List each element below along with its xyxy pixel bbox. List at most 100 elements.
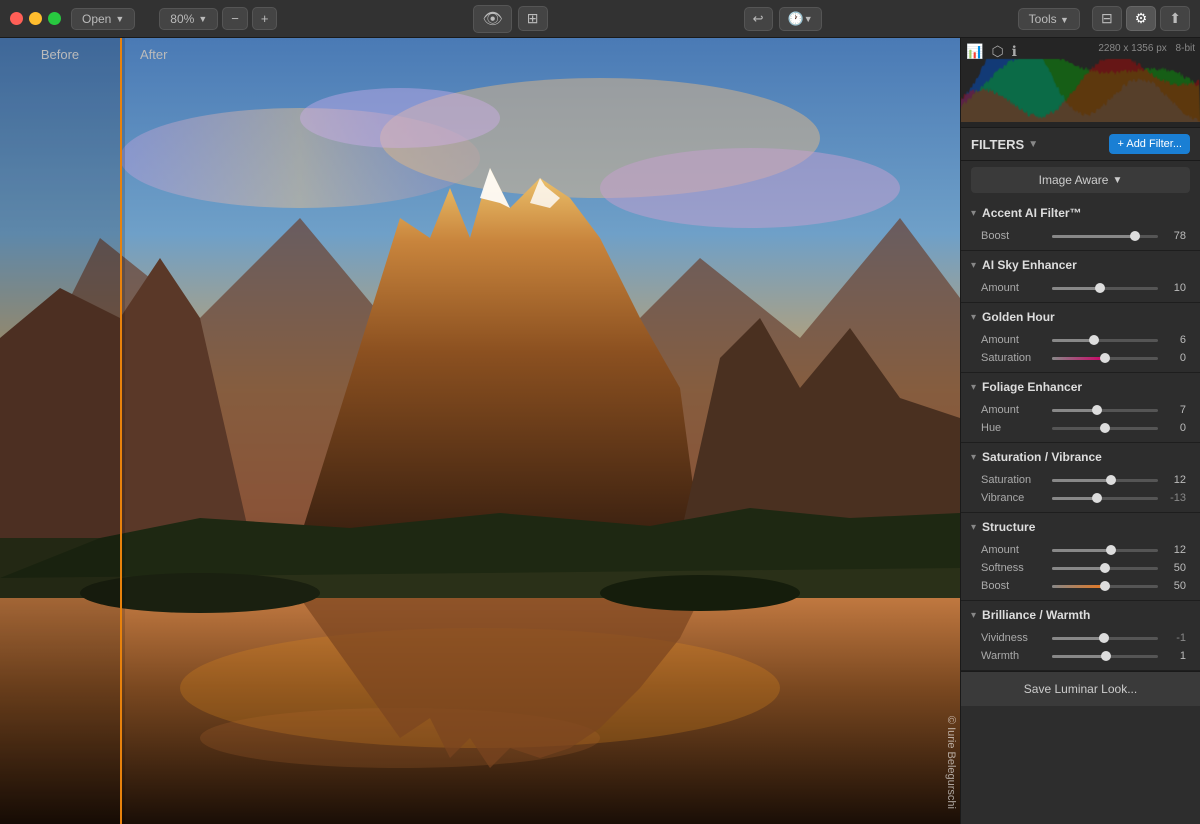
slider-track-5-1[interactable] bbox=[1052, 567, 1158, 570]
slider-row-2-0: Amount 6 bbox=[961, 331, 1200, 349]
section-chevron-1: ▾ bbox=[971, 260, 976, 271]
filter-section-3: ▾ Foliage Enhancer Amount 7 Hue0 bbox=[961, 373, 1200, 443]
image-info: 2280 x 1356 px 8-bit bbox=[1098, 43, 1195, 54]
main-area: Before After bbox=[0, 38, 1200, 824]
section-header-6[interactable]: ▾Brilliance / Warmth bbox=[961, 601, 1200, 629]
slider-row-4-0: Saturation12 bbox=[961, 471, 1200, 489]
slider-thumb-5-1[interactable] bbox=[1100, 563, 1110, 573]
slider-row-1-0: Amount 10 bbox=[961, 279, 1200, 297]
slider-label-5-2: Boost bbox=[981, 580, 1046, 592]
slider-row-3-1: Hue0 bbox=[961, 419, 1200, 437]
histogram-canvas bbox=[961, 57, 1200, 122]
slider-track-6-0[interactable] bbox=[1052, 637, 1158, 640]
slider-track-4-1[interactable] bbox=[1052, 497, 1158, 500]
slider-row-5-1: Softness 50 bbox=[961, 559, 1200, 577]
slider-value-3-0: 7 bbox=[1164, 404, 1186, 416]
section-header-4[interactable]: ▾Saturation / Vibrance bbox=[961, 443, 1200, 471]
after-label: After bbox=[120, 41, 960, 68]
photo-canvas[interactable] bbox=[0, 38, 960, 824]
undo-button[interactable]: ↩ bbox=[744, 7, 773, 31]
maximize-button[interactable] bbox=[48, 12, 61, 25]
export-button[interactable]: ⬆ bbox=[1160, 6, 1190, 31]
slider-label-5-1: Softness bbox=[981, 562, 1046, 574]
slider-label-2-1: Saturation bbox=[981, 352, 1046, 364]
slider-thumb-0-0[interactable] bbox=[1130, 231, 1140, 241]
slider-thumb-6-0[interactable] bbox=[1099, 633, 1109, 643]
slider-track-6-1[interactable] bbox=[1052, 655, 1158, 658]
traffic-lights bbox=[10, 12, 61, 25]
section-header-1[interactable]: ▾AI Sky Enhancer bbox=[961, 251, 1200, 279]
slider-thumb-5-0[interactable] bbox=[1106, 545, 1116, 555]
slider-track-0-0[interactable] bbox=[1052, 235, 1158, 238]
slider-value-5-2: 50 bbox=[1164, 580, 1186, 592]
section-header-2[interactable]: ▾Golden Hour bbox=[961, 303, 1200, 331]
history-button[interactable]: 🕐 ▼ bbox=[779, 7, 822, 31]
slider-thumb-3-1[interactable] bbox=[1100, 423, 1110, 433]
slider-value-2-0: 6 bbox=[1164, 334, 1186, 346]
zoom-out-button[interactable]: − bbox=[222, 7, 248, 30]
slider-thumb-2-0[interactable] bbox=[1089, 335, 1099, 345]
slider-label-3-0: Amount bbox=[981, 404, 1046, 416]
slider-label-0-0: Boost bbox=[981, 230, 1046, 242]
open-button[interactable]: Open ▼ bbox=[71, 8, 135, 30]
minimize-button[interactable] bbox=[29, 12, 42, 25]
section-header-0[interactable]: ▾Accent AI Filter™ bbox=[961, 199, 1200, 227]
filter-section-5: ▾StructureAmount12 Softness 50 Boost 50 bbox=[961, 513, 1200, 601]
slider-thumb-1-0[interactable] bbox=[1095, 283, 1105, 293]
slider-track-5-0[interactable] bbox=[1052, 549, 1158, 552]
filter-section-2: ▾Golden HourAmount6Saturation0 bbox=[961, 303, 1200, 373]
slider-thumb-6-1[interactable] bbox=[1101, 651, 1111, 661]
grid-icon-button[interactable]: ⊟ bbox=[1092, 6, 1122, 31]
slider-label-6-1: Warmth bbox=[981, 650, 1046, 662]
image-aware-button[interactable]: Image Aware ▼ bbox=[971, 167, 1190, 193]
add-filter-button[interactable]: + Add Filter... bbox=[1109, 134, 1190, 154]
slider-value-1-0: 10 bbox=[1164, 282, 1186, 294]
slider-thumb-4-1[interactable] bbox=[1092, 493, 1102, 503]
tools-button[interactable]: Tools ▼ bbox=[1018, 8, 1080, 30]
eye-button[interactable]: 👁 bbox=[473, 5, 511, 33]
slider-label-1-0: Amount bbox=[981, 282, 1046, 294]
slider-track-2-0[interactable] bbox=[1052, 339, 1158, 342]
slider-label-4-0: Saturation bbox=[981, 474, 1046, 486]
slider-thumb-3-0[interactable] bbox=[1092, 405, 1102, 415]
filter-section-1: ▾AI Sky Enhancer Amount 10 bbox=[961, 251, 1200, 303]
filter-section-4: ▾Saturation / VibranceSaturation12Vibran… bbox=[961, 443, 1200, 513]
slider-row-3-0: Amount 7 bbox=[961, 401, 1200, 419]
save-luminar-look-button[interactable]: Save Luminar Look... bbox=[961, 671, 1200, 706]
slider-track-1-0[interactable] bbox=[1052, 287, 1158, 290]
split-divider[interactable] bbox=[120, 38, 122, 824]
slider-thumb-4-0[interactable] bbox=[1106, 475, 1116, 485]
slider-track-5-2[interactable] bbox=[1052, 585, 1158, 588]
section-title-6: Brilliance / Warmth bbox=[982, 608, 1090, 622]
slider-track-4-0[interactable] bbox=[1052, 479, 1158, 482]
slider-row-6-0: Vividness-1 bbox=[961, 629, 1200, 647]
slider-value-6-1: 1 bbox=[1164, 650, 1186, 662]
slider-row-0-0: Boost78 bbox=[961, 227, 1200, 245]
slider-track-2-1[interactable] bbox=[1052, 357, 1158, 360]
before-after-labels: Before After bbox=[0, 38, 960, 70]
section-title-3: Foliage Enhancer bbox=[982, 380, 1082, 394]
histogram: 📊 ⬡ ℹ 2280 x 1356 px 8-bit bbox=[961, 38, 1200, 128]
slider-track-3-0[interactable] bbox=[1052, 409, 1158, 412]
slider-value-5-1: 50 bbox=[1164, 562, 1186, 574]
zoom-button[interactable]: 80% ▼ bbox=[159, 8, 218, 30]
section-chevron-5: ▾ bbox=[971, 522, 976, 533]
slider-value-5-0: 12 bbox=[1164, 544, 1186, 556]
section-chevron-2: ▾ bbox=[971, 312, 976, 323]
slider-track-3-1[interactable] bbox=[1052, 427, 1158, 430]
close-button[interactable] bbox=[10, 12, 23, 25]
adjustments-button[interactable]: ⚙ bbox=[1126, 6, 1157, 31]
section-header-3[interactable]: ▾ Foliage Enhancer bbox=[961, 373, 1200, 401]
section-chevron-3: ▾ bbox=[971, 382, 976, 393]
slider-row-4-1: Vibrance-13 bbox=[961, 489, 1200, 507]
compare-button[interactable]: ⊞ bbox=[518, 6, 548, 31]
section-header-5[interactable]: ▾Structure bbox=[961, 513, 1200, 541]
slider-value-4-1: -13 bbox=[1164, 492, 1186, 504]
slider-thumb-5-2[interactable] bbox=[1100, 581, 1110, 591]
zoom-in-button[interactable]: + bbox=[252, 7, 278, 30]
slider-label-2-0: Amount bbox=[981, 334, 1046, 346]
slider-thumb-2-1[interactable] bbox=[1100, 353, 1110, 363]
slider-row-5-0: Amount12 bbox=[961, 541, 1200, 559]
canvas-area: Before After bbox=[0, 38, 960, 824]
section-title-4: Saturation / Vibrance bbox=[982, 450, 1102, 464]
